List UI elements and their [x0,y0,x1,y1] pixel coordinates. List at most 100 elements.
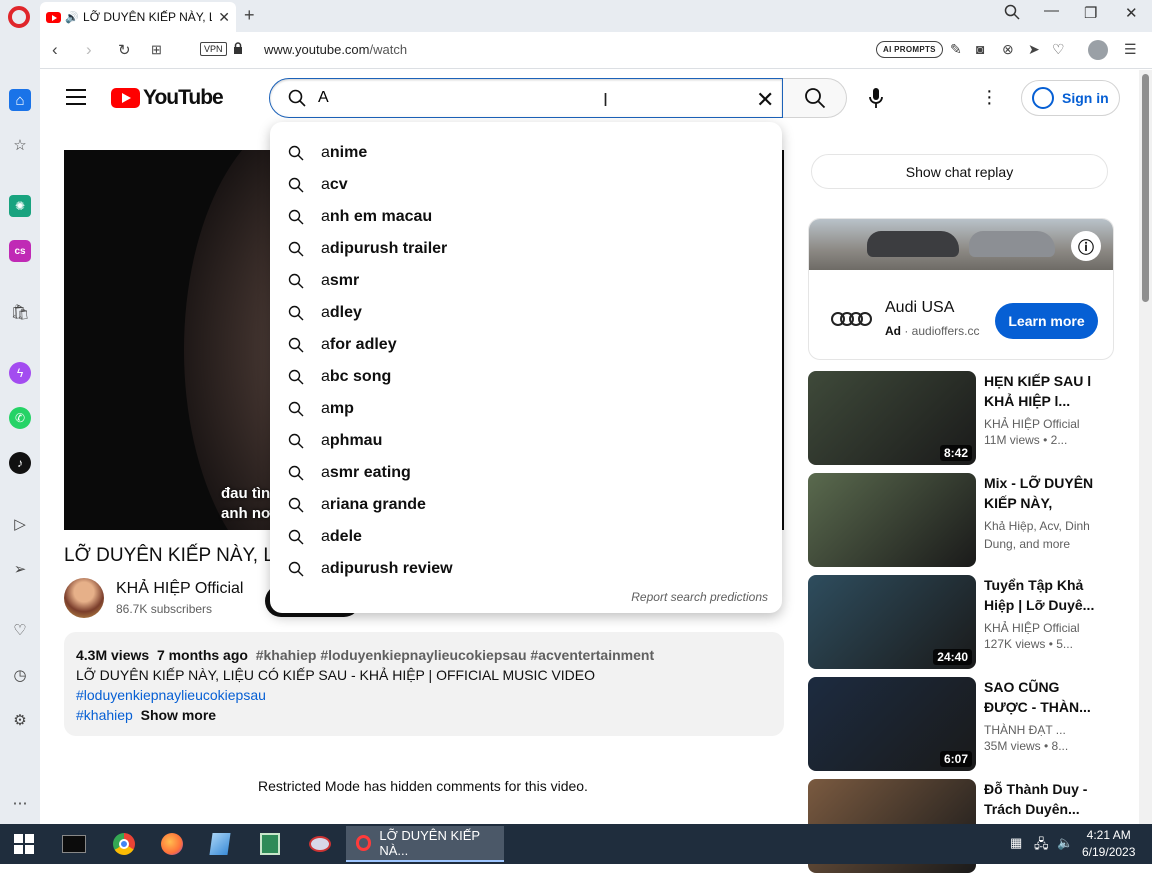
tiktok-icon[interactable]: ♪ [9,452,31,474]
suggestion-item[interactable]: a smr eating [270,457,782,489]
terminal-app-icon[interactable] [60,830,88,858]
suggestion-item[interactable]: a dipurush trailer [270,233,782,265]
forward-button[interactable]: › [86,40,92,60]
profile-avatar[interactable] [1088,40,1108,60]
easy-setup-icon[interactable]: ☰ [1124,41,1137,58]
video-thumbnail[interactable]: 24:40 [808,575,976,669]
tab-overview-icon[interactable]: ⊞ [151,42,162,58]
show-chat-replay-button[interactable]: Show chat replay [811,154,1108,189]
hamburger-menu-icon[interactable] [66,89,86,105]
suggestion-item[interactable]: a dipurush review [270,553,782,585]
adblock-icon[interactable]: ⊗ [1002,41,1014,58]
chatsonic-icon[interactable]: cs [9,240,31,262]
recommendation-title[interactable]: Tuyển Tập Khả Hiệp | Lỡ Duyê... [984,575,1096,615]
restore-button[interactable]: ❐ [1084,4,1097,22]
hashtag-link[interactable]: #loduyenkiepnaylieucokiepsau [76,685,772,705]
color-icon[interactable]: ▦ [1010,835,1022,851]
shopping-bag-icon[interactable]: 🛍 [9,301,31,323]
back-button[interactable]: ‹ [52,40,58,60]
player-icon[interactable]: ▷ [9,513,31,535]
camera-icon[interactable]: ◙ [976,41,984,57]
vpn-badge[interactable]: VPN [200,42,227,56]
send-flow-icon[interactable]: ➢ [9,558,31,580]
page-scrollbar[interactable] [1139,70,1152,824]
close-tab-icon[interactable]: ✕ [218,9,230,26]
ad-card[interactable]: ⓘ Audi USA Ad · audioffers.cc Learn more [808,218,1114,360]
recommendation-title[interactable]: Mix - LỠ DUYÊN KIẾP NÀY, LIỆU... [984,473,1096,513]
learn-more-button[interactable]: Learn more [995,303,1098,339]
new-tab-button[interactable]: + [244,5,255,26]
settings-gear-icon[interactable]: ⚙ [9,709,31,731]
bookmarks-icon[interactable]: ☆ [9,134,31,156]
chrome-app-icon[interactable] [110,830,138,858]
start-button[interactable] [10,830,38,858]
video-thumbnail[interactable]: 6:07 [808,677,976,771]
channel-name[interactable]: KHẢ HIỆP Official [116,580,243,598]
ai-prompts-button[interactable]: AI PROMPTS [876,41,943,58]
settings-kebab-icon[interactable]: · · · [986,81,998,113]
more-options-icon[interactable]: ⋯ [9,792,31,814]
suggestion-item[interactable]: a dele [270,521,782,553]
clear-search-icon[interactable]: ✕ [756,87,774,113]
suggestion-item[interactable]: a dley [270,297,782,329]
recommendation-card[interactable]: 24:40 Tuyển Tập Khả Hiệp | Lỡ Duyê... KHẢ … [808,575,1114,669]
channel-avatar[interactable] [64,578,104,618]
minimize-button[interactable]: — [1044,2,1059,19]
recommendation-title[interactable]: HẸN KIẾP SAU l KHẢ HIỆP l... [984,371,1096,411]
video-thumbnail[interactable] [808,473,976,567]
close-window-button[interactable]: ✕ [1125,4,1138,22]
youtube-logo[interactable]: YouTube [111,86,224,110]
suggestion-item[interactable]: a smr [270,265,782,297]
description-box[interactable]: 4.3M views 7 months ago #khahiep #loduye… [64,632,784,736]
suggestion-item[interactable]: a mp [270,393,782,425]
sign-in-button[interactable]: Sign in [1021,80,1120,116]
suggestion-item[interactable]: a riana grande [270,489,782,521]
search-input[interactable] [318,87,738,109]
video-thumbnail[interactable]: 8:42 [808,371,976,465]
suggestion-item[interactable]: a nh em macau [270,201,782,233]
send-icon[interactable]: ➤ [1028,41,1040,58]
search-tabs-icon[interactable] [1004,4,1020,24]
recommendation-title[interactable]: Đỗ Thành Duy - Trách Duyên... [984,779,1096,819]
suggestion-item[interactable]: a nime [270,137,782,169]
paint-app-icon[interactable] [306,830,334,858]
suggestion-item[interactable]: a bc song [270,361,782,393]
lock-icon[interactable] [233,42,243,54]
notes-app-icon[interactable] [206,830,234,858]
voice-search-button[interactable] [858,80,894,116]
recommendation-title[interactable]: SAO CŨNG ĐƯỢC - THÀN... [984,677,1096,717]
history-clock-icon[interactable]: ◷ [9,664,31,686]
chatgpt-icon[interactable]: ✺ [9,195,31,217]
opera-taskbar-item[interactable]: LỠ DUYÊN KIẾP NÀ... [346,826,504,862]
suggestion-item[interactable]: a phmau [270,425,782,457]
volume-icon[interactable]: 🔈 [1057,835,1073,851]
speaker-icon[interactable]: 🔊 [65,11,79,24]
hashtags[interactable]: #khahiep #loduyenkiepnaylieucokiepsau #a… [256,647,654,663]
show-more-button[interactable]: Show more [141,707,216,723]
report-predictions-link[interactable]: Report search predictions [631,590,768,604]
spreadsheet-app-icon[interactable] [256,830,284,858]
network-icon[interactable]: 🖧 [1034,835,1049,857]
heart-icon[interactable]: ♡ [1052,41,1065,58]
reload-button[interactable]: ↻ [118,41,131,59]
system-clock[interactable]: 4:21 AM 6/19/2023 [1082,827,1135,861]
hashtag-link[interactable]: #khahiep [76,707,133,723]
opera-logo-icon[interactable] [8,6,30,28]
search-box[interactable]: ✕ [269,78,783,118]
ad-info-icon[interactable]: ⓘ [1071,231,1101,261]
firefox-app-icon[interactable] [158,830,186,858]
suggestion-item[interactable]: a cv [270,169,782,201]
home-icon[interactable]: ⌂ [9,89,31,111]
scrollbar-thumb[interactable] [1142,74,1149,302]
url-field[interactable]: www.youtube.com/watch [264,42,407,57]
whatsapp-icon[interactable]: ✆ [9,407,31,429]
recommendation-card[interactable]: Mix - LỠ DUYÊN KIẾP NÀY, LIỆU... Khả Hiệp… [808,473,1114,567]
search-button[interactable] [783,78,847,118]
browser-tab[interactable]: 🔊 LỠ DUYÊN KIẾP NÀY, LI ✕ [40,2,236,32]
suggestion-item[interactable]: a for adley [270,329,782,361]
favorites-heart-icon[interactable]: ♡ [9,619,31,641]
recommendation-card[interactable]: 8:42 HẸN KIẾP SAU l KHẢ HIỆP l... KHẢ HIỆP… [808,371,1114,465]
edit-icon[interactable]: ✎ [950,41,962,58]
recommendation-card[interactable]: 6:07 SAO CŨNG ĐƯỢC - THÀN... THÀNH ĐẠT ...… [808,677,1114,771]
messenger-icon[interactable]: ϟ [9,362,31,384]
